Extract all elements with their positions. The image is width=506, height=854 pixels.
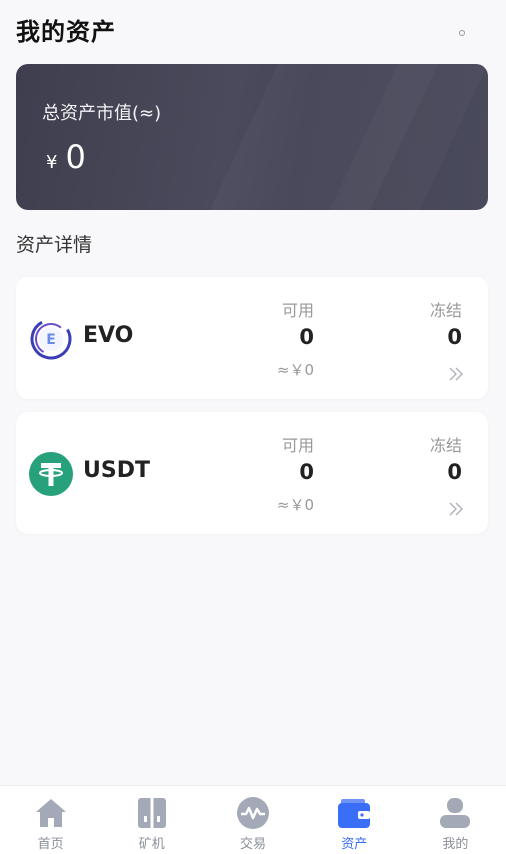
- nav-label: 交易: [240, 837, 267, 852]
- section-title: 资产详情: [16, 234, 93, 256]
- nav-item-home[interactable]: 首页: [0, 786, 101, 854]
- miner-icon: [137, 798, 166, 828]
- double-chevron-right-icon[interactable]: [448, 366, 464, 382]
- total-assets-label: 总资产市值(≈): [42, 103, 162, 124]
- available-label: 可用: [281, 301, 314, 320]
- asset-card-usdt[interactable]: USDT 可用 冻结 0 0 ≈￥0: [16, 412, 488, 534]
- frozen-value: 0: [447, 325, 462, 349]
- available-approx: ≈￥0: [276, 361, 314, 379]
- asset-name: USDT: [83, 458, 150, 483]
- nav-label: 首页: [37, 837, 64, 852]
- nav-label: 我的: [442, 837, 469, 852]
- available-value: 0: [299, 460, 314, 484]
- asset-card-evo[interactable]: E EVO 可用 冻结 0 0 ≈￥0: [16, 277, 488, 399]
- bottom-nav: 首页 矿机 交易 资产 我的: [0, 785, 506, 854]
- home-icon: [35, 799, 66, 827]
- nav-item-trade[interactable]: 交易: [202, 786, 303, 854]
- frozen-label: 冻结: [429, 436, 462, 455]
- frozen-value: 0: [447, 460, 462, 484]
- total-amount: 0: [65, 138, 86, 176]
- user-icon: [440, 798, 471, 828]
- nav-item-profile[interactable]: 我的: [405, 786, 506, 854]
- nav-item-miner[interactable]: 矿机: [101, 786, 202, 854]
- more-dot-icon[interactable]: [459, 30, 465, 36]
- nav-label: 矿机: [138, 837, 165, 852]
- frozen-label: 冻结: [429, 301, 462, 320]
- total-assets-value: ¥ 0: [46, 138, 86, 176]
- total-assets-card: 总资产市值(≈) ¥ 0: [16, 64, 488, 210]
- tether-coin-icon: [29, 452, 73, 496]
- available-label: 可用: [281, 436, 314, 455]
- double-chevron-right-icon[interactable]: [448, 501, 464, 517]
- available-approx: ≈￥0: [276, 496, 314, 514]
- available-value: 0: [299, 325, 314, 349]
- currency-symbol: ¥: [46, 152, 58, 173]
- wallet-icon: [338, 799, 371, 828]
- trade-icon: [237, 797, 269, 829]
- svg-text:E: E: [46, 332, 56, 348]
- nav-label: 资产: [341, 837, 368, 852]
- evo-coin-icon: E: [30, 318, 72, 360]
- nav-item-assets[interactable]: 资产: [304, 786, 405, 854]
- page-title: 我的资产: [16, 18, 116, 46]
- asset-name: EVO: [83, 323, 134, 348]
